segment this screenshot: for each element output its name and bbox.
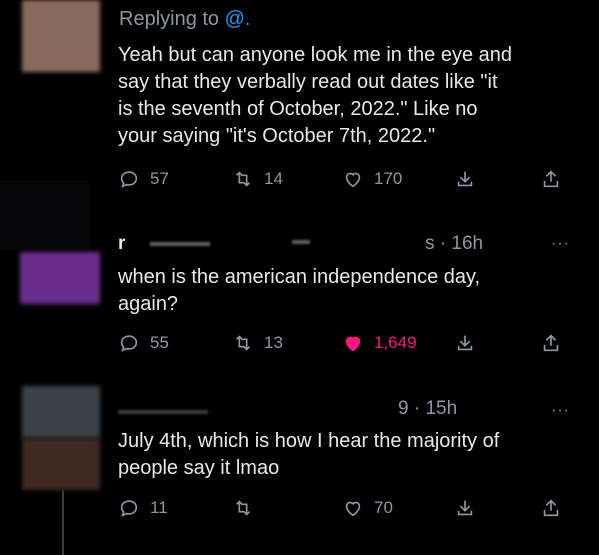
tweet-time[interactable]: s · 16h bbox=[425, 233, 483, 255]
more-options-icon[interactable]: ··· bbox=[551, 402, 570, 420]
download-icon bbox=[457, 335, 473, 351]
replying-to-label: Replying to bbox=[119, 8, 220, 30]
tweet-actions: 57 14 170 bbox=[0, 168, 599, 198]
like-count: 1,649 bbox=[374, 333, 417, 352]
like-button[interactable]: 1,649 bbox=[342, 332, 417, 354]
reply-count: 11 bbox=[150, 498, 168, 517]
retweet-button[interactable] bbox=[232, 497, 264, 519]
share-icon bbox=[543, 170, 559, 188]
download-icon bbox=[457, 171, 473, 187]
retweet-icon bbox=[235, 500, 251, 516]
like-icon-filled bbox=[345, 336, 361, 352]
like-count: 70 bbox=[374, 498, 393, 517]
tweet-actions: 55 13 1,649 bbox=[0, 332, 599, 362]
avatar-lower bbox=[22, 438, 100, 490]
replying-to: Replying to @. bbox=[119, 8, 250, 31]
avatar[interactable] bbox=[20, 252, 100, 304]
share-icon bbox=[543, 499, 559, 517]
like-icon bbox=[345, 501, 361, 517]
retweet-button[interactable]: 14 bbox=[232, 168, 283, 190]
retweet-count: 14 bbox=[264, 169, 283, 188]
author-name[interactable]: r bbox=[118, 233, 125, 255]
share-button[interactable] bbox=[540, 497, 572, 519]
reply-icon bbox=[120, 335, 138, 352]
share-button[interactable] bbox=[540, 168, 572, 190]
reply-icon bbox=[120, 171, 138, 188]
like-button[interactable]: 170 bbox=[342, 168, 402, 190]
reply-button[interactable]: 55 bbox=[118, 332, 169, 354]
tweet-text: when is the american independence day, a… bbox=[118, 266, 481, 315]
tweet-text: July 4th, which is how I hear the majori… bbox=[118, 430, 500, 479]
reply-button[interactable]: 57 bbox=[118, 168, 169, 190]
reply-count: 57 bbox=[150, 169, 169, 188]
avatar[interactable] bbox=[22, 0, 100, 72]
author-name-redacted bbox=[118, 410, 208, 414]
reply-icon bbox=[120, 500, 138, 517]
author-handle-redacted bbox=[150, 242, 210, 246]
download-icon bbox=[457, 500, 473, 516]
tweet-time[interactable]: 9 · 15h bbox=[398, 398, 457, 420]
more-options-icon[interactable]: ··· bbox=[551, 235, 570, 253]
download-button[interactable] bbox=[454, 168, 486, 190]
redaction-mark bbox=[292, 240, 310, 244]
tweet-actions: 11 70 bbox=[0, 497, 599, 527]
replying-to-handle[interactable]: @. bbox=[225, 8, 251, 30]
retweet-icon bbox=[235, 335, 251, 351]
share-button[interactable] bbox=[540, 332, 572, 354]
avatar[interactable] bbox=[22, 386, 100, 438]
share-icon bbox=[543, 334, 559, 352]
tweet-text: Yeah but can anyone look me in the eye a… bbox=[118, 44, 513, 147]
like-button[interactable]: 70 bbox=[342, 497, 393, 519]
reply-count: 55 bbox=[150, 333, 169, 352]
reply-button[interactable]: 11 bbox=[118, 497, 168, 519]
retweet-button[interactable]: 13 bbox=[232, 332, 283, 354]
like-count: 170 bbox=[374, 169, 403, 188]
download-button[interactable] bbox=[454, 332, 486, 354]
like-icon bbox=[345, 172, 361, 188]
retweet-icon bbox=[235, 171, 251, 187]
retweet-count: 13 bbox=[264, 333, 283, 352]
download-button[interactable] bbox=[454, 497, 486, 519]
